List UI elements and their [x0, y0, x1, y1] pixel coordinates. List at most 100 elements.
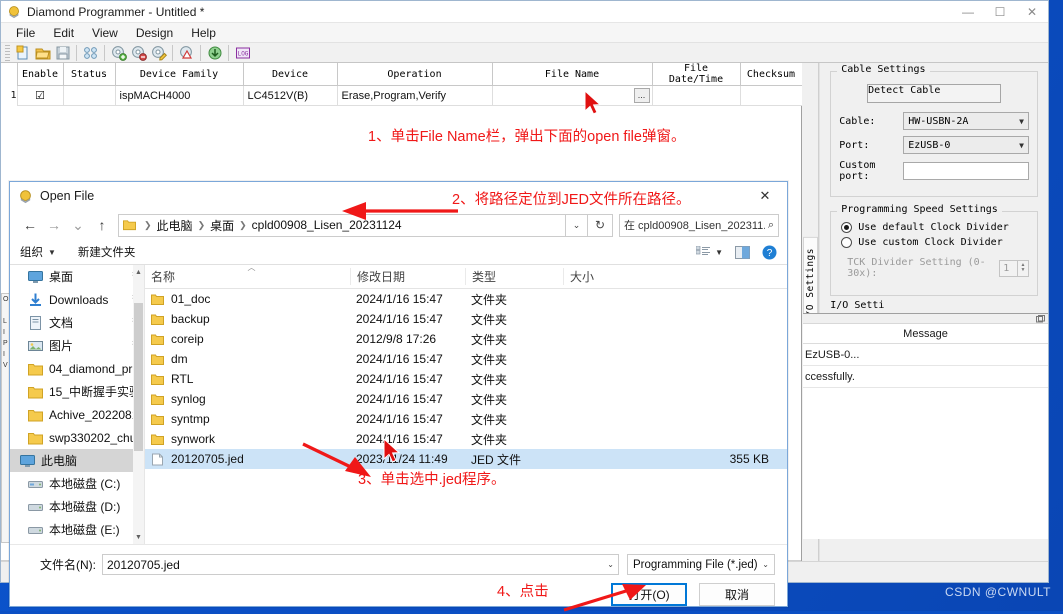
scroll-up-icon[interactable]: ▲	[133, 265, 144, 279]
desktop-icon	[28, 270, 43, 283]
header-device[interactable]: Device	[242, 63, 338, 86]
filename-input[interactable]: 20120705.jed ⌄	[102, 554, 619, 575]
open-file-icon[interactable]	[33, 43, 52, 62]
breadcrumb-dropdown-button[interactable]: ⌄	[566, 213, 588, 237]
nav-item-15-interrupt-lab[interactable]: 15_中断握手实验	[10, 380, 144, 403]
remove-device-icon[interactable]	[129, 43, 148, 62]
refresh-button[interactable]: ↻	[588, 213, 613, 237]
list-item[interactable]: synlog 2024/1/16 15:47 文件夹	[145, 389, 787, 409]
log-icon[interactable]: LOG	[233, 43, 252, 62]
cable-row: Cable: HW-USBN-2A ▼	[839, 112, 1029, 130]
header-checksum[interactable]: Checksum	[739, 63, 803, 86]
column-header-type[interactable]: 类型	[465, 268, 563, 285]
use-default-clock-divider-option[interactable]: Use default Clock Divider	[841, 222, 1029, 233]
file-name-browse-button[interactable]: ...	[633, 88, 650, 103]
nav-item-drive-d[interactable]: 本地磁盘 (D:)	[10, 495, 144, 518]
file-name-cell: synlog	[145, 392, 350, 406]
design-rule-check-icon[interactable]	[177, 43, 196, 62]
menu-bar: File Edit View Design Help	[1, 23, 1048, 42]
header-file-name[interactable]: File Name	[491, 63, 653, 86]
menu-help[interactable]: Help	[182, 25, 225, 41]
add-device-icon[interactable]	[109, 43, 128, 62]
organize-button[interactable]: 组织 ▼	[20, 244, 56, 260]
list-item[interactable]: 01_doc 2024/1/16 15:47 文件夹	[145, 289, 787, 309]
use-custom-clock-divider-option[interactable]: Use custom Clock Divider	[841, 237, 1029, 248]
list-item[interactable]: backup 2024/1/16 15:47 文件夹	[145, 309, 787, 329]
file-name-cell[interactable]: ...	[491, 85, 653, 106]
back-button[interactable]: ←	[18, 213, 42, 237]
menu-view[interactable]: View	[83, 25, 127, 41]
scroll-down-icon[interactable]: ▼	[133, 530, 144, 544]
edit-device-icon[interactable]	[149, 43, 168, 62]
list-item[interactable]: syntmp 2024/1/16 15:47 文件夹	[145, 409, 787, 429]
header-file-date-time[interactable]: File Date/Time	[651, 63, 741, 86]
search-input[interactable]: 在 cpld00908_Lisen_202311... ⌕	[619, 213, 779, 237]
program-icon[interactable]	[205, 43, 224, 62]
nav-item-swp330202-chu[interactable]: swp330202_chu	[10, 426, 144, 449]
nav-item-achive-2022081[interactable]: Achive_2022081	[10, 403, 144, 426]
breadcrumb-item-1[interactable]: 此电脑	[157, 217, 193, 234]
stepper-arrows-icon[interactable]: ▲ ▼	[1017, 260, 1028, 276]
cable-select[interactable]: HW-USBN-2A ▼	[903, 112, 1029, 130]
port-select[interactable]: EzUSB-0 ▼	[903, 136, 1029, 154]
forward-button[interactable]: →	[42, 213, 66, 237]
menu-file[interactable]: File	[7, 25, 44, 41]
nav-item-pictures[interactable]: 图片 ✈	[10, 334, 144, 357]
nav-item-downloads[interactable]: Downloads ✈	[10, 288, 144, 311]
menu-edit[interactable]: Edit	[44, 25, 83, 41]
header-rownum	[1, 63, 17, 86]
device-cell[interactable]: LC4512V(B)	[242, 85, 338, 106]
nav-item-drive-c[interactable]: 本地磁盘 (C:)	[10, 472, 144, 495]
up-button[interactable]: ↑	[90, 213, 114, 237]
save-icon[interactable]	[53, 43, 72, 62]
nav-item-documents[interactable]: 文档 ✈	[10, 311, 144, 334]
tck-divider-stepper[interactable]: 1 ▲ ▼	[999, 259, 1029, 277]
menu-design[interactable]: Design	[127, 25, 182, 41]
nav-item-drive-e[interactable]: 本地磁盘 (E:)	[10, 518, 144, 541]
view-mode-button[interactable]: ▼	[696, 246, 723, 258]
minimize-button[interactable]: —	[952, 1, 984, 23]
column-header-size[interactable]: 大小	[563, 268, 787, 285]
operation-cell[interactable]: Erase,Program,Verify	[336, 85, 493, 106]
device-family-cell[interactable]: ispMACH4000	[114, 85, 244, 106]
column-header-modified[interactable]: 修改日期	[350, 268, 465, 285]
breadcrumb-item-2[interactable]: 桌面	[210, 217, 234, 234]
custom-port-input[interactable]	[903, 162, 1029, 180]
scan-chain-icon[interactable]	[81, 43, 100, 62]
list-item[interactable]: synwork 2024/1/16 15:47 文件夹	[145, 429, 787, 449]
list-item[interactable]: coreip 2012/9/8 17:26 文件夹	[145, 329, 787, 349]
table-row[interactable]: 1 ☑ ispMACH4000 LC4512V(B) Erase,Program…	[1, 85, 803, 106]
new-folder-button[interactable]: 新建文件夹	[78, 244, 136, 260]
cancel-button[interactable]: 取消	[699, 583, 775, 606]
file-type-cell: 文件夹	[471, 372, 508, 387]
navigation-scrollbar[interactable]: ▲ ▼	[133, 265, 144, 544]
file-name-cell: backup	[145, 312, 350, 326]
enable-checkbox[interactable]: ☑	[16, 85, 64, 106]
header-device-family[interactable]: Device Family	[114, 63, 244, 86]
csdn-watermark: CSDN @CWNULT	[945, 585, 1051, 599]
float-pane-icon[interactable]	[1036, 314, 1045, 323]
chevron-down-icon[interactable]: ⌄	[607, 560, 614, 569]
header-operation[interactable]: Operation	[336, 63, 493, 86]
folder-icon	[151, 434, 164, 445]
header-status[interactable]: Status	[62, 63, 116, 86]
recent-locations-button[interactable]: ⌄	[66, 213, 90, 237]
nav-item-04-diamond-pr[interactable]: 04_diamond_pr	[10, 357, 144, 380]
nav-item-this-pc[interactable]: 此电脑	[10, 449, 144, 472]
nav-item-desktop[interactable]: 桌面 ✈	[10, 265, 144, 288]
scrollbar-thumb[interactable]	[134, 303, 143, 451]
detect-cable-button[interactable]: Detect Cable	[867, 84, 1002, 103]
new-file-icon[interactable]	[13, 43, 32, 62]
list-item[interactable]: RTL 2024/1/16 15:47 文件夹	[145, 369, 787, 389]
header-enable[interactable]: Enable	[16, 63, 64, 86]
toolbar-grip[interactable]	[5, 44, 10, 61]
list-item[interactable]: 20120705.jed 2023/11/24 11:49 JED 文件 355…	[145, 449, 787, 469]
close-button[interactable]: ✕	[1016, 1, 1048, 23]
filetype-select[interactable]: Programming File (*.jed) ⌄	[627, 554, 775, 575]
dialog-close-button[interactable]: ✕	[743, 182, 787, 210]
preview-pane-icon[interactable]	[735, 245, 750, 259]
list-item[interactable]: dm 2024/1/16 15:47 文件夹	[145, 349, 787, 369]
maximize-button[interactable]: ☐	[984, 1, 1016, 23]
help-icon[interactable]: ?	[762, 245, 777, 260]
column-header-name[interactable]: ︿ 名称	[145, 263, 350, 285]
